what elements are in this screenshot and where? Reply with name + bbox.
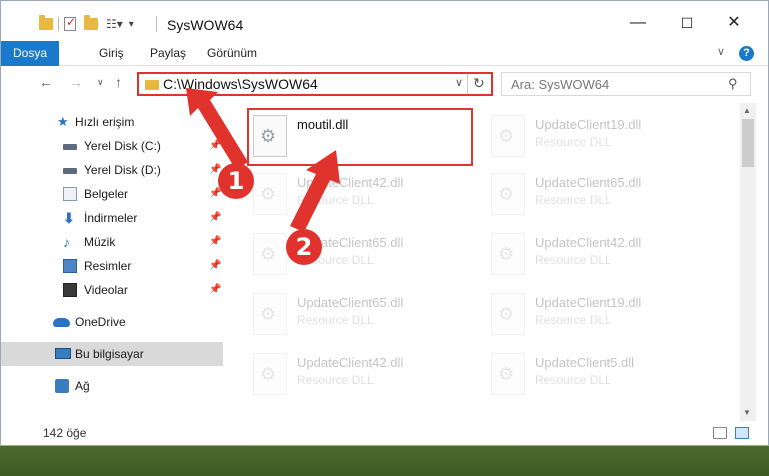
annotation-arrows [186,88,340,232]
arrow-2-shape [290,150,340,232]
arrow-1-shape [186,88,248,170]
annotation-badge-2: 2 [286,229,322,265]
annotation-badge-1: 1 [218,163,254,199]
